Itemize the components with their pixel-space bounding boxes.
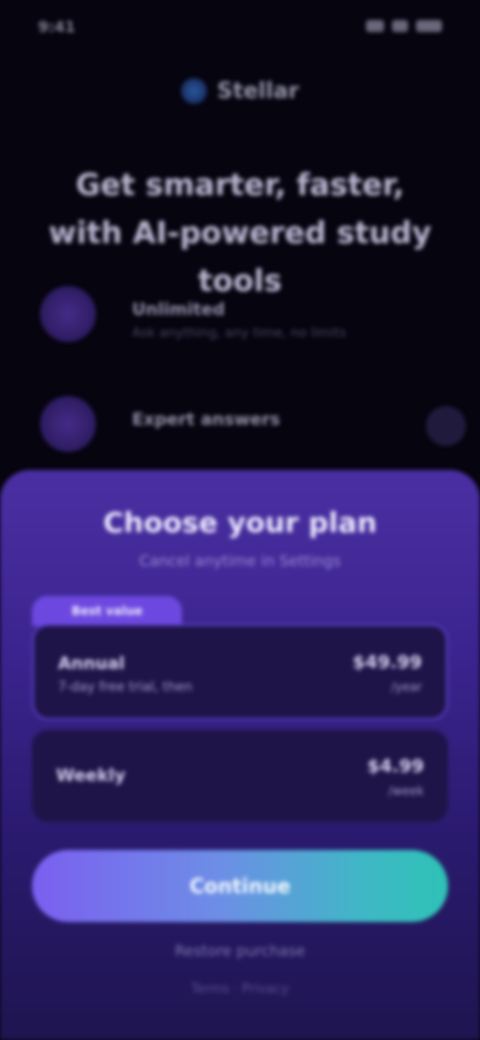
close-button[interactable] [426, 406, 466, 446]
app-logo-icon [180, 78, 207, 104]
feature-title: Expert answers [132, 410, 281, 430]
wifi-icon [392, 20, 408, 32]
plan-price: $4.99 [367, 756, 424, 777]
plan-description: 7-day free trial, then [58, 680, 193, 695]
feature-title: Unlimited [132, 300, 225, 320]
feature-item: Expert answers [40, 396, 440, 466]
plan-option-weekly[interactable]: Weekly $4.99 /week [32, 730, 448, 822]
sheet-title: Choose your plan [103, 506, 377, 539]
plan-option-annual[interactable]: Annual 7-day free trial, then $49.99 /ye… [32, 624, 448, 720]
signal-icon [366, 20, 384, 32]
feature-icon [40, 286, 96, 342]
feature-item: Unlimited Ask anything, any time, no lim… [40, 286, 440, 356]
restore-purchase-link[interactable]: Restore purchase [0, 942, 480, 960]
feature-subtitle: Ask anything, any time, no limits [132, 326, 347, 341]
plan-name: Annual [58, 654, 125, 674]
brand-header: Stellar [0, 78, 480, 104]
plan-period: /year [391, 680, 422, 694]
best-value-badge: Best value [32, 596, 182, 626]
brand-name: Stellar [216, 78, 300, 104]
plan-price: $49.99 [352, 652, 422, 673]
headline: Get smarter, faster, with AI-powered stu… [48, 168, 432, 299]
plan-period: /week [388, 784, 424, 798]
legal-links[interactable]: Terms · Privacy [0, 982, 480, 997]
sheet-subtitle: Cancel anytime in Settings [139, 552, 341, 570]
plan-name: Weekly [56, 766, 126, 786]
status-bar: 9:41 [38, 14, 442, 42]
battery-icon [416, 20, 442, 32]
continue-button[interactable]: Continue [32, 850, 448, 922]
system-icons [366, 20, 442, 32]
status-time: 9:41 [38, 18, 76, 36]
feature-icon [40, 396, 96, 452]
